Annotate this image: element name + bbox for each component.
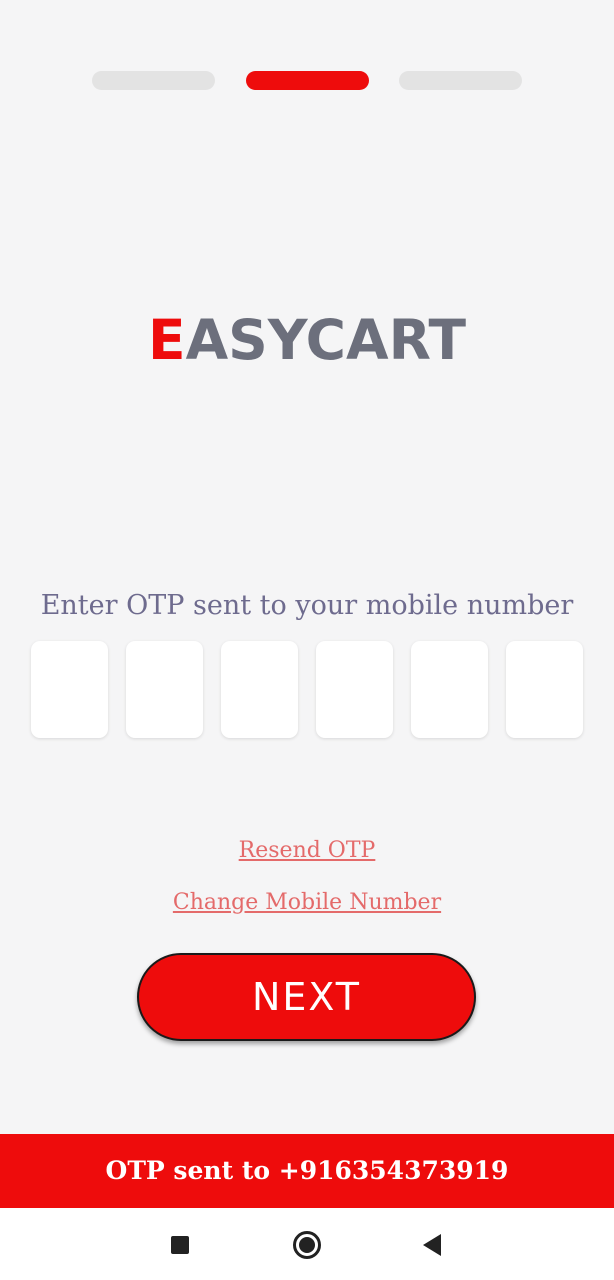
otp-digit-6[interactable] — [506, 641, 583, 738]
progress-step-2-active — [246, 71, 369, 90]
recent-apps-icon[interactable] — [171, 1236, 189, 1254]
otp-digit-2[interactable] — [126, 641, 203, 738]
otp-digit-5[interactable] — [411, 641, 488, 738]
otp-instruction-label: Enter OTP sent to your mobile number — [40, 590, 574, 621]
progress-step-3 — [399, 71, 522, 90]
home-icon[interactable] — [293, 1231, 321, 1259]
system-navigation-bar — [0, 1208, 614, 1280]
otp-digit-1[interactable] — [31, 641, 108, 738]
otp-sent-toast: OTP sent to +916354373919 — [0, 1134, 614, 1208]
logo-text: ASYCART — [185, 308, 466, 372]
back-icon[interactable] — [423, 1234, 441, 1256]
app-logo: EASYCART — [0, 302, 614, 378]
logo-accent-letter: E — [148, 308, 186, 372]
otp-digit-3[interactable] — [221, 641, 298, 738]
change-mobile-number-link[interactable]: Change Mobile Number — [0, 887, 614, 919]
step-progress-indicator — [0, 71, 614, 91]
next-button[interactable]: NEXT — [137, 953, 476, 1041]
otp-digit-4[interactable] — [316, 641, 393, 738]
otp-input-row — [31, 641, 583, 739]
resend-otp-link[interactable]: Resend OTP — [0, 835, 614, 867]
otp-verification-screen: EASYCART Enter OTP sent to your mobile n… — [0, 0, 614, 1280]
progress-step-1 — [92, 71, 215, 90]
